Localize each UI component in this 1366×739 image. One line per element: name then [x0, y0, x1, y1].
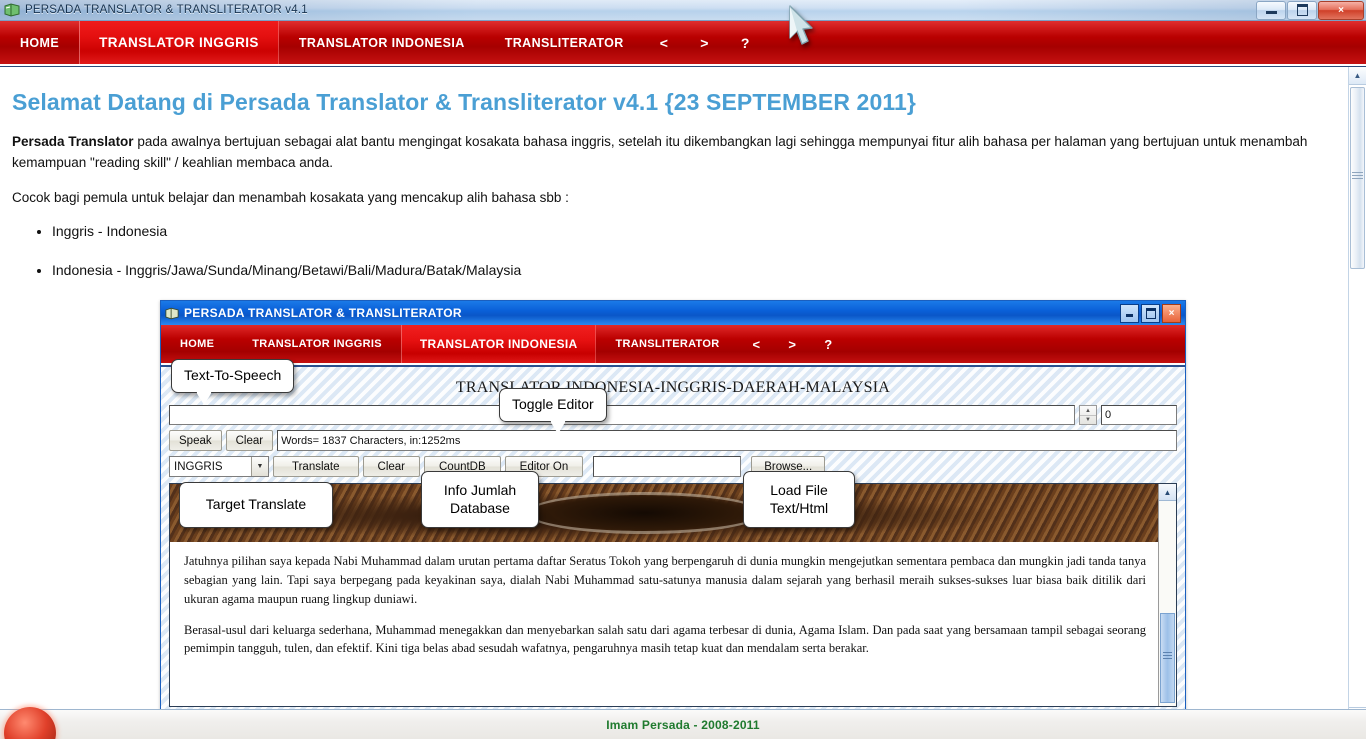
embedded-screenshot: PERSADA TRANSLATOR & TRANSLITERATOR × HO… — [160, 300, 1186, 725]
window-controls: × — [1255, 1, 1366, 20]
target-language-select[interactable]: INGGRIS ▼ — [169, 456, 269, 477]
screenshot-window-title: PERSADA TRANSLATOR & TRANSLITERATOR — [184, 306, 462, 320]
callout-label: Text-To-Speech — [184, 367, 281, 383]
screenshot-nav-prev[interactable]: < — [738, 325, 774, 363]
intro-paragraph: Persada Translator pada awalnya bertujua… — [12, 132, 1327, 174]
book-icon — [165, 307, 179, 320]
book-icon — [4, 3, 20, 17]
document-text: Jatuhnya pilihan saya kepada Nabi Muhamm… — [170, 542, 1158, 658]
nav-item-home[interactable]: HOME — [0, 21, 79, 64]
source-textarea[interactable] — [169, 405, 1075, 425]
screenshot-navigation: HOME TRANSLATOR INGGRIS TRANSLATOR INDON… — [161, 325, 1185, 365]
taskbar: Imam Persada - 2008-2011 — [0, 709, 1366, 739]
list-item: Inggris - Indonesia — [52, 223, 1336, 240]
chevron-down-icon[interactable]: ▼ — [251, 457, 268, 476]
document-paragraph: Berasal-usul dari keluarga sederhana, Mu… — [184, 621, 1146, 659]
screenshot-nav-help[interactable]: ? — [810, 325, 846, 363]
nav-item-translator-indonesia[interactable]: TRANSLATOR INDONESIA — [279, 21, 485, 64]
source-row: ▲ ▼ 0 — [169, 405, 1177, 425]
page-scrollbar[interactable]: ▲ ▼ — [1348, 67, 1366, 725]
callout-toggle-editor: Toggle Editor — [499, 388, 607, 422]
translate-button[interactable]: Translate — [273, 456, 359, 477]
page-spinner[interactable]: ▲ ▼ — [1079, 405, 1097, 425]
page-content: Selamat Datang di Persada Translator & T… — [0, 66, 1366, 725]
screenshot-body: TRANSLATOR INDONESIA-INGGRIS-DAERAH-MALA… — [161, 365, 1185, 725]
intro-paragraph-text: pada awalnya bertujuan sebagai alat bant… — [12, 134, 1307, 170]
maximize-icon — [1297, 4, 1308, 16]
callout-text-to-speech: Text-To-Speech — [171, 359, 294, 393]
speech-row: Speak Clear Words= 1837 Characters, in:1… — [169, 430, 1177, 451]
screenshot-titlebar: PERSADA TRANSLATOR & TRANSLITERATOR × — [161, 301, 1185, 325]
translate-row: INGGRIS ▼ Translate Clear CountDB Editor… — [169, 456, 1177, 477]
scroll-up-icon[interactable]: ▲ — [1159, 484, 1176, 501]
page-scroll-track[interactable] — [1349, 85, 1366, 707]
minimize-icon — [1126, 314, 1133, 317]
clear-translate-button[interactable]: Clear — [363, 456, 420, 477]
callout-label-line2: Database — [434, 500, 526, 518]
screenshot-subtitle: TRANSLATOR INDONESIA-INGGRIS-DAERAH-MALA… — [169, 379, 1177, 397]
spinner-down-icon[interactable]: ▼ — [1080, 416, 1096, 425]
grip-icon — [1163, 652, 1172, 659]
counter-field[interactable]: 0 — [1101, 405, 1177, 425]
secondary-paragraph: Cocok bagi pemula untuk belajar dan mena… — [12, 188, 1327, 209]
maximize-icon — [1146, 308, 1156, 319]
screenshot-nav-transliterator[interactable]: TRANSLITERATOR — [596, 325, 738, 363]
callout-label: Target Translate — [206, 496, 306, 512]
close-button[interactable]: × — [1318, 1, 1364, 20]
spinner-up-icon[interactable]: ▲ — [1080, 406, 1096, 416]
screenshot-maximize-button[interactable] — [1141, 304, 1160, 323]
target-language-value: INGGRIS — [174, 461, 223, 473]
callout-info-jumlah-database: Info Jumlah Database — [421, 471, 539, 528]
document-scroll-track[interactable] — [1159, 501, 1176, 706]
window-titlebar: PERSADA TRANSLATOR & TRANSLITERATOR v4.1… — [0, 0, 1366, 21]
screenshot-close-button[interactable]: × — [1162, 304, 1181, 323]
callout-tail — [196, 392, 212, 405]
page-scroll-thumb[interactable] — [1350, 87, 1365, 269]
nav-item-prev[interactable]: < — [644, 21, 685, 64]
screenshot-nav-translator-inggris[interactable]: TRANSLATOR INGGRIS — [233, 325, 401, 363]
nav-item-translator-inggris[interactable]: TRANSLATOR INGGRIS — [79, 21, 279, 64]
window-title: PERSADA TRANSLATOR & TRANSLITERATOR v4.1 — [25, 4, 308, 16]
screenshot-minimize-button[interactable] — [1120, 304, 1139, 323]
application-window: PERSADA TRANSLATOR & TRANSLITERATOR v4.1… — [0, 0, 1366, 739]
screenshot-nav-translator-indonesia[interactable]: TRANSLATOR INDONESIA — [401, 325, 597, 363]
document-paragraph: Jatuhnya pilihan saya kepada Nabi Muhamm… — [184, 552, 1146, 608]
status-field: Words= 1837 Characters, in:1252ms — [277, 430, 1177, 451]
page-title: Selamat Datang di Persada Translator & T… — [12, 89, 1336, 116]
file-path-field[interactable] — [593, 456, 741, 477]
grip-icon — [1352, 172, 1363, 181]
document-scroll-thumb[interactable] — [1160, 613, 1175, 703]
callout-label-line2: Text/Html — [756, 500, 842, 518]
list-item: Indonesia - Inggris/Jawa/Sunda/Minang/Be… — [52, 262, 1336, 279]
callout-label-line1: Info Jumlah — [434, 482, 526, 500]
minimize-button[interactable] — [1256, 1, 1286, 20]
callout-label-line1: Load File — [756, 482, 842, 500]
screenshot-nav-next[interactable]: > — [774, 325, 810, 363]
page-scroll-up-icon[interactable]: ▲ — [1349, 67, 1366, 85]
clear-speech-button[interactable]: Clear — [226, 430, 273, 451]
document-scrollbar[interactable]: ▲ — [1158, 484, 1176, 706]
intro-bold-lead: Persada Translator — [12, 134, 134, 149]
feature-list: Inggris - Indonesia Indonesia - Inggris/… — [12, 223, 1336, 279]
callout-target-translate: Target Translate — [179, 482, 333, 528]
minimize-icon — [1266, 11, 1277, 14]
callout-load-file: Load File Text/Html — [743, 471, 855, 528]
start-orb-icon[interactable] — [4, 707, 56, 739]
nav-item-next[interactable]: > — [684, 21, 725, 64]
nav-item-transliterator[interactable]: TRANSLITERATOR — [485, 21, 644, 64]
nav-item-help[interactable]: ? — [725, 21, 766, 64]
speak-button[interactable]: Speak — [169, 430, 222, 451]
screenshot-window-controls: × — [1120, 304, 1183, 323]
maximize-button[interactable] — [1287, 1, 1317, 20]
main-navigation: HOME TRANSLATOR INGGRIS TRANSLATOR INDON… — [0, 21, 1366, 66]
credit-label: Imam Persada - 2008-2011 — [606, 718, 760, 732]
callout-label: Toggle Editor — [512, 396, 594, 412]
screenshot-nav-home[interactable]: HOME — [161, 325, 233, 363]
